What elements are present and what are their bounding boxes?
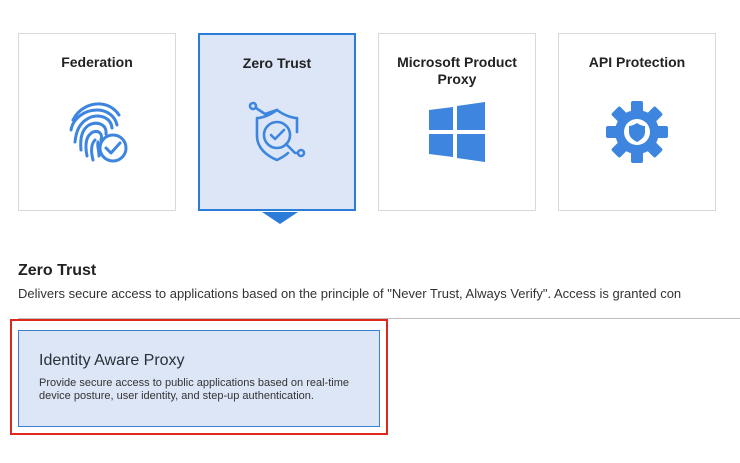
card-title: Zero Trust — [242, 55, 312, 71]
card-federation[interactable]: Federation — [18, 33, 176, 211]
option-title: Identity Aware Proxy — [39, 352, 185, 369]
card-zero-trust[interactable]: Zero Trust — [198, 33, 356, 211]
option-identity-aware-proxy[interactable]: Identity Aware Proxy Provide secure acce… — [18, 330, 380, 427]
shield-check-network-icon — [243, 98, 311, 166]
section-title: Zero Trust — [18, 262, 97, 279]
card-microsoft-product-proxy[interactable]: Microsoft Product Proxy — [378, 33, 536, 211]
app-root: Federation Zero Trust Microsoft Product … — [0, 0, 740, 463]
section-description: Delivers secure access to applications b… — [18, 286, 682, 301]
option-description: Provide secure access to public applicat… — [39, 377, 349, 402]
card-api-protection[interactable]: API Protection — [558, 33, 716, 211]
card-title: Microsoft Product Proxy — [397, 54, 517, 87]
card-title: API Protection — [588, 54, 686, 70]
card-title: Federation — [61, 54, 133, 70]
selection-pointer — [262, 212, 298, 224]
windows-logo-icon — [423, 98, 491, 166]
fingerprint-check-icon — [63, 98, 131, 166]
gear-shield-icon — [603, 98, 671, 166]
